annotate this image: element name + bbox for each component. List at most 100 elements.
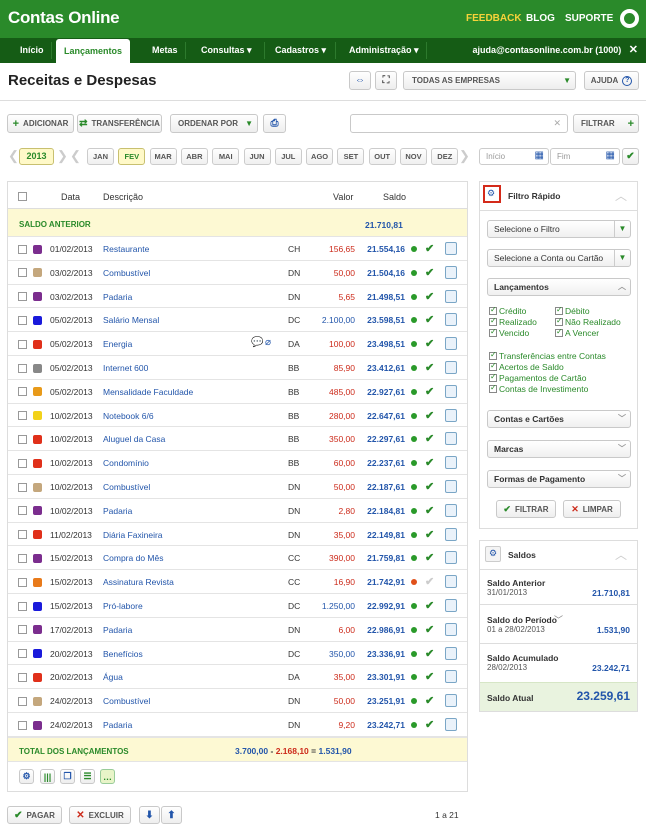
chevron-down-icon[interactable]: ﹀ bbox=[554, 613, 563, 626]
confirm-check-icon[interactable]: ✔ bbox=[425, 456, 434, 469]
row-description[interactable]: Benefícios bbox=[103, 649, 143, 659]
attachment-icon[interactable]: ⌀ bbox=[265, 337, 271, 348]
year-selector[interactable]: 2013 bbox=[19, 148, 54, 165]
row-checkbox[interactable] bbox=[18, 696, 27, 706]
edit-icon[interactable] bbox=[445, 337, 457, 351]
section-contas-cartoes[interactable]: Contas e Cartões ﹀ bbox=[487, 410, 631, 428]
filter-settings-button[interactable]: ⚙ bbox=[483, 185, 501, 203]
checkbox-checked[interactable] bbox=[489, 361, 497, 371]
month-abr[interactable]: ABR bbox=[180, 148, 208, 165]
order-by-select[interactable]: ORDENAR POR ▼ bbox=[170, 114, 258, 133]
transfer-button[interactable]: ⇄ TRANSFERÊNCIA bbox=[77, 114, 162, 133]
table-row[interactable]: 05/02/2013 Salário Mensal DC 2.100,00 23.598… bbox=[8, 308, 467, 333]
row-checkbox[interactable] bbox=[18, 292, 27, 302]
month-nov[interactable]: NOV bbox=[400, 148, 427, 165]
table-row[interactable]: 15/02/2013 Assinatura Revista CC 16,90 21.74… bbox=[8, 570, 467, 594]
edit-icon[interactable] bbox=[445, 408, 457, 422]
apply-date-button[interactable]: ✔ bbox=[622, 148, 639, 165]
row-checkbox[interactable] bbox=[18, 482, 27, 492]
row-checkbox[interactable] bbox=[18, 315, 27, 325]
edit-icon[interactable] bbox=[445, 551, 457, 565]
month-jan[interactable]: JAN bbox=[87, 148, 114, 165]
select-all-checkbox[interactable] bbox=[18, 192, 27, 201]
month-dez[interactable]: DEZ bbox=[431, 148, 459, 165]
row-description[interactable]: Combustível bbox=[103, 268, 150, 278]
edit-icon[interactable] bbox=[445, 527, 457, 541]
confirm-check-icon[interactable]: ✔ bbox=[425, 599, 434, 612]
pay-button[interactable]: ✔ PAGAR bbox=[7, 806, 62, 824]
table-row[interactable]: 11/02/2013 Diária Faxineira DN 35,00 22.149,… bbox=[8, 523, 467, 547]
row-description[interactable]: Condomínio bbox=[103, 458, 149, 468]
month-fev[interactable]: FEV bbox=[118, 148, 146, 165]
confirm-check-icon[interactable]: ✔ bbox=[425, 551, 434, 564]
edit-icon[interactable] bbox=[445, 599, 457, 612]
confirm-check-icon[interactable]: ✔ bbox=[425, 718, 434, 731]
row-description[interactable]: Energia bbox=[103, 339, 132, 349]
edit-icon[interactable] bbox=[445, 384, 457, 398]
row-checkbox[interactable] bbox=[18, 458, 27, 468]
confirm-check-icon[interactable]: ✔ bbox=[425, 242, 434, 255]
row-description[interactable]: Diária Faxineira bbox=[103, 530, 163, 540]
collapse-icon[interactable]: ︿ bbox=[615, 187, 627, 204]
clear-filter-button[interactable]: ✕ LIMPAR bbox=[563, 500, 621, 518]
confirm-check-icon[interactable]: ✔ bbox=[425, 432, 434, 445]
nav-metas[interactable]: Metas bbox=[144, 38, 186, 63]
row-description[interactable]: Combustível bbox=[103, 696, 150, 706]
table-row[interactable]: 10/02/2013 Padaria DN 2,80 22.184,81 ✔ bbox=[8, 499, 467, 523]
prev-month-icon[interactable]: ❮ bbox=[70, 148, 81, 163]
clear-icon[interactable]: ✕ bbox=[553, 118, 561, 129]
header-balance[interactable]: Saldo bbox=[383, 192, 406, 202]
calendar-icon[interactable]: ▦ bbox=[535, 150, 544, 161]
nav-administracao[interactable]: Administração ▾ bbox=[341, 38, 427, 63]
filter-select[interactable]: Selecione o Filtro ▼ bbox=[487, 220, 631, 238]
checkbox-checked[interactable] bbox=[489, 316, 497, 326]
checkbox-checked[interactable] bbox=[555, 316, 563, 326]
table-row[interactable]: 20/02/2013 Benefícios DC 350,00 23.336,91 ✔ bbox=[8, 642, 467, 666]
row-checkbox[interactable] bbox=[18, 411, 27, 421]
row-checkbox[interactable] bbox=[18, 387, 27, 397]
more-button[interactable]: … bbox=[100, 769, 115, 784]
row-description[interactable]: Padaria bbox=[103, 625, 132, 635]
account-select[interactable]: Selecione a Conta ou Cartão ▼ bbox=[487, 249, 631, 267]
month-set[interactable]: SET bbox=[337, 148, 365, 165]
edit-icon[interactable] bbox=[445, 361, 457, 374]
download-button[interactable]: ⬇ bbox=[139, 806, 160, 824]
edit-icon[interactable] bbox=[445, 456, 457, 470]
table-row[interactable]: 10/02/2013 Notebook 6/6 BB 280,00 22.647,61 ✔ bbox=[8, 404, 467, 428]
close-icon[interactable]: ✕ bbox=[629, 44, 638, 56]
row-checkbox[interactable] bbox=[18, 649, 27, 659]
fullscreen-button[interactable]: ⛶ bbox=[375, 71, 397, 90]
row-checkbox[interactable] bbox=[18, 339, 27, 349]
edit-icon[interactable] bbox=[445, 575, 457, 589]
checkbox-checked[interactable] bbox=[489, 350, 497, 360]
user-account[interactable]: ajuda@contasonline.com.br (1000) ✕ bbox=[472, 38, 638, 63]
row-description[interactable]: Salário Mensal bbox=[103, 315, 159, 325]
check-a-vencer[interactable]: A Vencer bbox=[555, 327, 599, 338]
print-button[interactable]: ⎙ bbox=[263, 114, 286, 133]
edit-icon[interactable] bbox=[445, 718, 457, 731]
balances-settings-button[interactable]: ⚙ bbox=[485, 546, 501, 562]
row-checkbox[interactable] bbox=[18, 530, 27, 540]
next-year-icon[interactable]: ❯ bbox=[57, 148, 68, 163]
row-checkbox[interactable] bbox=[18, 577, 27, 587]
header-description[interactable]: Descrição bbox=[103, 192, 143, 202]
edit-icon[interactable] bbox=[445, 265, 457, 279]
row-description[interactable]: Padaria bbox=[103, 720, 132, 730]
company-select[interactable]: TODAS AS EMPRESAS ▼ bbox=[403, 71, 576, 90]
check-vencido[interactable]: Vencido bbox=[489, 327, 529, 338]
row-description[interactable]: Assinatura Revista bbox=[103, 577, 174, 587]
row-description[interactable]: Combustível bbox=[103, 482, 150, 492]
search-input[interactable]: ✕ bbox=[350, 114, 568, 133]
edit-icon[interactable] bbox=[445, 432, 457, 446]
row-checkbox[interactable] bbox=[18, 601, 27, 611]
month-out[interactable]: OUT bbox=[368, 148, 396, 165]
row-checkbox[interactable] bbox=[18, 268, 27, 278]
table-row[interactable]: 03/02/2013 Padaria DN 5,65 21.498,51 ✔ bbox=[8, 285, 467, 309]
prev-year-icon[interactable]: ❮ bbox=[8, 148, 19, 163]
row-description[interactable]: Compra do Mês bbox=[103, 553, 163, 563]
edit-icon[interactable] bbox=[445, 242, 457, 255]
row-checkbox[interactable] bbox=[18, 363, 27, 373]
row-description[interactable]: Água bbox=[103, 672, 123, 682]
table-row[interactable]: 24/02/2013 Combustível DN 50,00 23.251,91 ✔ bbox=[8, 689, 467, 713]
user-email[interactable]: ajuda@contasonline.com.br (1000) bbox=[472, 45, 621, 55]
